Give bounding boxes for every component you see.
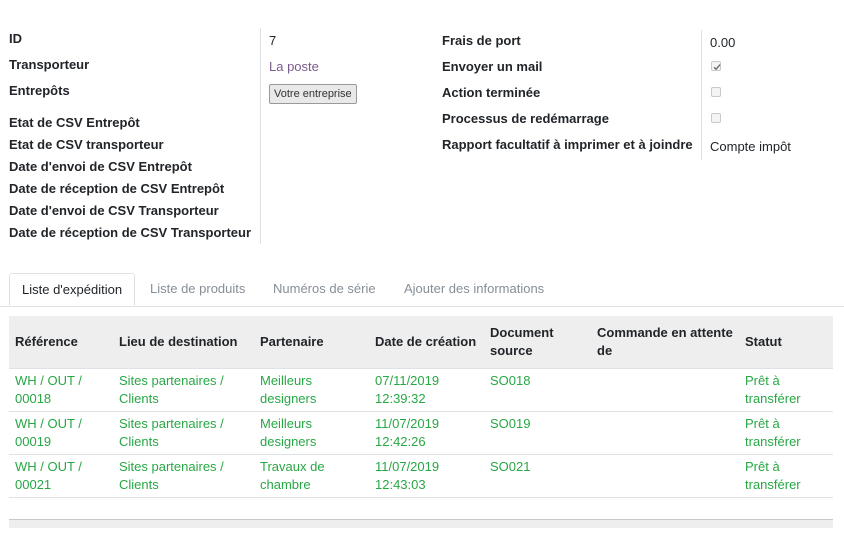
envoyer-mail-checkbox[interactable]	[711, 61, 721, 71]
label-transporteur: Transporteur	[9, 57, 90, 72]
cell-partenaire: Meilleurs designers	[254, 368, 369, 412]
label-entrepots: Entrepôts	[9, 83, 70, 98]
cell-statut: Prêt à transférer	[739, 454, 833, 498]
cell-date-creation: 11/07/2019 12:43:03	[369, 454, 484, 498]
right-column-separator	[701, 30, 702, 160]
cell-commande-attente	[591, 368, 739, 412]
notebook-tabs: Liste d'expédition Liste de produits Num…	[0, 273, 844, 307]
cell-reference: WH / OUT / 00018	[9, 368, 113, 412]
table-footer-bar	[9, 519, 833, 528]
column-header-document-source[interactable]: Document source	[484, 316, 591, 369]
label-envoyer-mail: Envoyer un mail	[442, 59, 543, 74]
table-row[interactable]: WH / OUT / 00018 Sites partenaires / Cli…	[9, 368, 833, 412]
cell-document-source: SO021	[484, 454, 591, 498]
action-terminee-checkbox[interactable]	[711, 87, 721, 97]
frais-de-port-value: 0.00	[710, 35, 736, 50]
label-rapport-facultatif: Rapport facultatif à imprimer et à joind…	[442, 137, 693, 152]
cell-reference: WH / OUT / 00019	[9, 411, 113, 455]
cell-document-source: SO019	[484, 411, 591, 455]
record-form: ID Transporteur Entrepôts Etat de CSV En…	[0, 0, 844, 250]
label-processus-redemarrage: Processus de redémarrage	[442, 111, 609, 126]
table-row[interactable]: WH / OUT / 00021 Sites partenaires / Cli…	[9, 454, 833, 498]
tab-numeros-serie[interactable]: Numéros de série	[261, 273, 388, 305]
cell-lieu-destination: Sites partenaires / Clients	[113, 411, 254, 455]
cell-reference: WH / OUT / 00021	[9, 454, 113, 498]
label-date-envoi-csv-entrepot: Date d'envoi de CSV Entrepôt	[9, 159, 192, 174]
cell-lieu-destination: Sites partenaires / Clients	[113, 368, 254, 412]
cell-statut: Prêt à transférer	[739, 411, 833, 455]
rapport-facultatif-value: Compte impôt	[710, 139, 791, 154]
expedition-table: Référence Lieu de destination Partenaire…	[9, 316, 833, 498]
processus-redemarrage-checkbox[interactable]	[711, 113, 721, 123]
cell-statut: Prêt à transférer	[739, 368, 833, 412]
column-header-commande-attente[interactable]: Commande en attente de	[591, 316, 739, 369]
table-header-row: Référence Lieu de destination Partenaire…	[9, 316, 833, 369]
column-header-partenaire[interactable]: Partenaire	[254, 316, 369, 369]
label-etat-csv-transporteur: Etat de CSV transporteur	[9, 137, 164, 152]
id-value: 7	[269, 33, 277, 48]
label-date-reception-csv-entrepot: Date de réception de CSV Entrepôt	[9, 181, 225, 196]
cell-commande-attente	[591, 454, 739, 498]
cell-lieu-destination: Sites partenaires / Clients	[113, 454, 254, 498]
cell-partenaire: Travaux de chambre	[254, 454, 369, 498]
left-column-separator	[260, 28, 261, 244]
table-row[interactable]: WH / OUT / 00019 Sites partenaires / Cli…	[9, 411, 833, 455]
cell-document-source: SO018	[484, 368, 591, 412]
column-header-statut[interactable]: Statut	[739, 316, 833, 369]
label-date-reception-csv-transporteur: Date de réception de CSV Transporteur	[9, 225, 252, 240]
tab-ajouter-informations[interactable]: Ajouter des informations	[392, 273, 556, 305]
column-header-lieu-destination[interactable]: Lieu de destination	[113, 316, 254, 369]
tab-liste-expedition[interactable]: Liste d'expédition	[9, 273, 136, 306]
label-frais-de-port: Frais de port	[442, 33, 521, 48]
cell-partenaire: Meilleurs designers	[254, 411, 369, 455]
cell-date-creation: 11/07/2019 12:42:26	[369, 411, 484, 455]
cell-commande-attente	[591, 411, 739, 455]
label-id: ID	[9, 31, 22, 46]
entrepot-tag-button[interactable]: Votre entreprise	[269, 84, 357, 104]
cell-date-creation: 07/11/2019 12:39:32	[369, 368, 484, 412]
tab-liste-produits[interactable]: Liste de produits	[138, 273, 257, 305]
column-header-date-creation[interactable]: Date de création	[369, 316, 484, 369]
column-header-reference[interactable]: Référence	[9, 316, 113, 369]
check-icon	[713, 64, 721, 71]
label-action-terminee: Action terminée	[442, 85, 541, 100]
transporteur-link[interactable]: La poste	[269, 59, 319, 74]
label-etat-csv-entrepot: Etat de CSV Entrepôt	[9, 115, 140, 130]
label-date-envoi-csv-transporteur: Date d'envoi de CSV Transporteur	[9, 203, 219, 218]
